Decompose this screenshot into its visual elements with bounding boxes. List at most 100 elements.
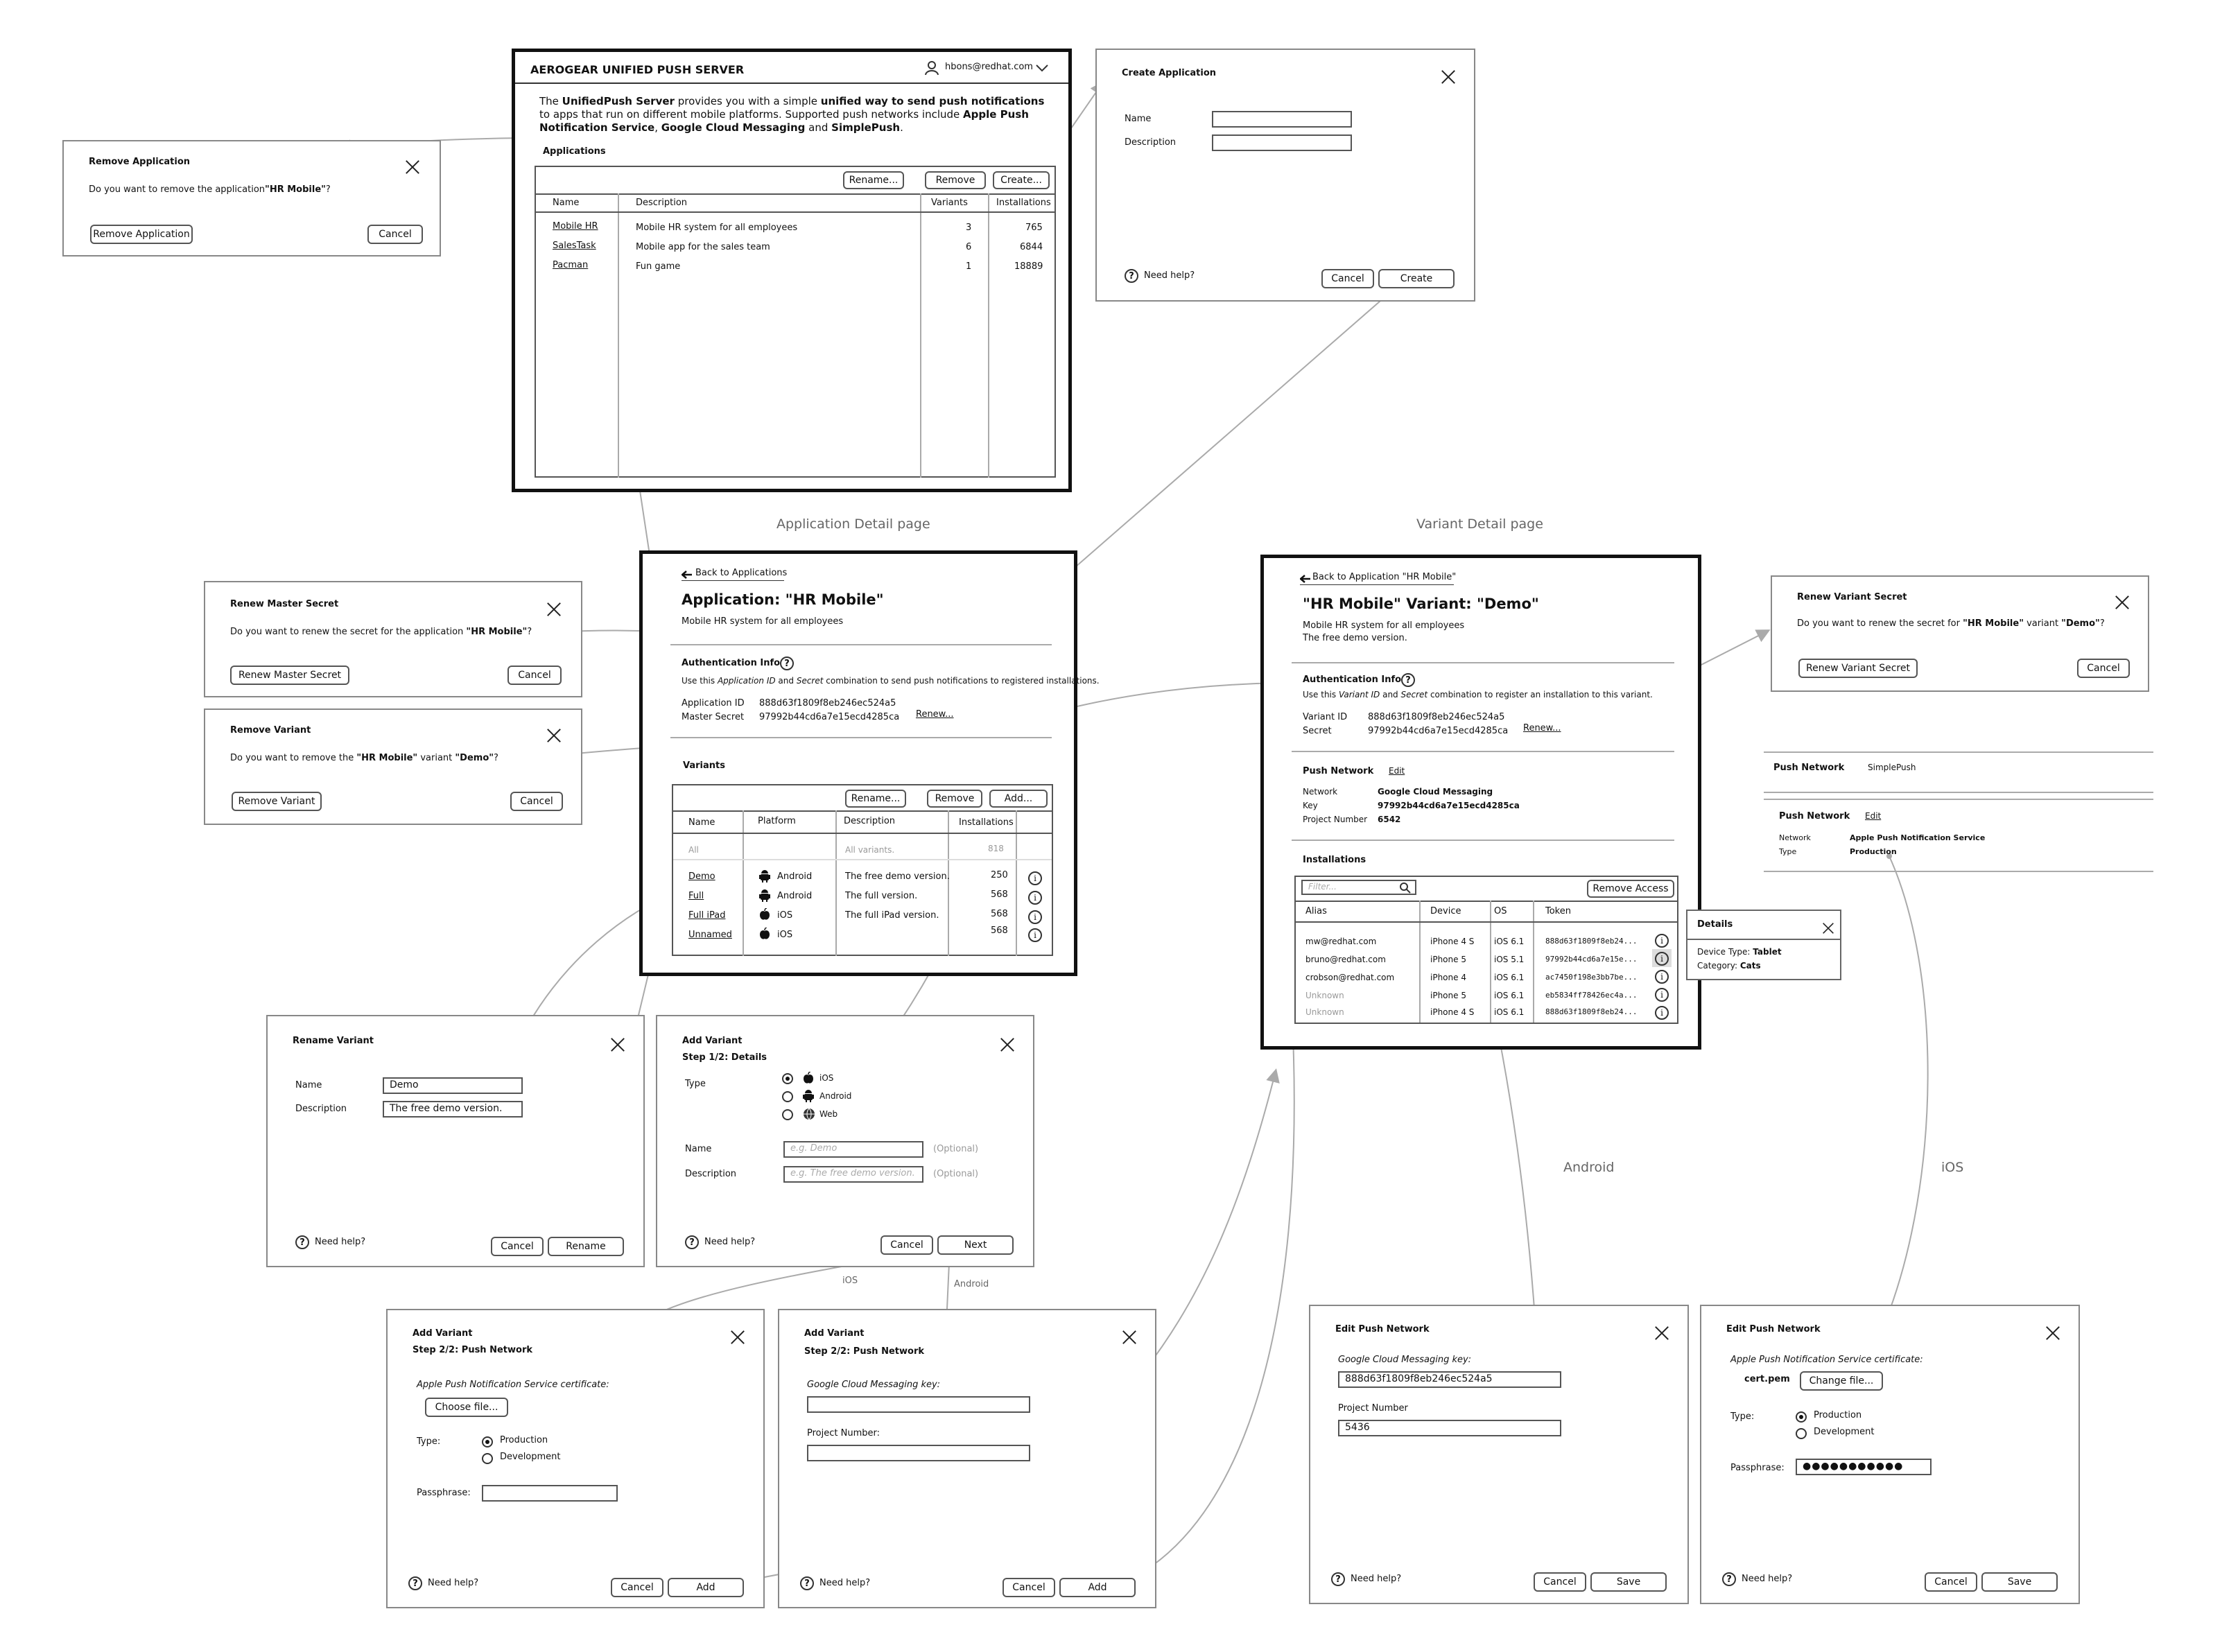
renew-secret-link[interactable]: Renew... xyxy=(1523,723,1561,733)
choose-file-button[interactable]: Choose file... xyxy=(425,1398,508,1417)
passphrase-field[interactable] xyxy=(482,1485,618,1502)
need-help-link[interactable]: Need help? xyxy=(428,1578,478,1588)
back-to-applications-link[interactable]: Back to Applications xyxy=(695,568,787,578)
need-help-link[interactable]: Need help? xyxy=(1144,270,1195,281)
help-icon[interactable]: ? xyxy=(1331,1572,1345,1586)
name-field[interactable] xyxy=(1212,111,1352,128)
description-field[interactable]: e.g. The free demo version. xyxy=(783,1166,923,1183)
passphrase-field[interactable]: ●●●●●●●●●●● xyxy=(1796,1459,1932,1475)
save-button[interactable]: Save xyxy=(1981,1572,2058,1592)
renew-master-secret-link[interactable]: Renew... xyxy=(916,709,954,720)
cancel-button[interactable]: Cancel xyxy=(1925,1572,1977,1592)
create-app-button[interactable]: Create... xyxy=(993,171,1050,189)
help-icon[interactable]: ? xyxy=(1125,269,1138,283)
chevron-down-icon[interactable] xyxy=(1035,63,1049,73)
create-button[interactable]: Create xyxy=(1378,269,1455,288)
project-number-field[interactable] xyxy=(807,1445,1030,1461)
help-icon[interactable]: ? xyxy=(800,1576,814,1590)
info-icon[interactable]: i xyxy=(1028,910,1042,924)
need-help-link[interactable]: Need help? xyxy=(315,1237,365,1247)
cancel-button[interactable]: Cancel xyxy=(1003,1578,1055,1597)
next-button[interactable]: Next xyxy=(937,1235,1014,1255)
close-icon[interactable] xyxy=(546,728,562,743)
description-field[interactable] xyxy=(1212,134,1352,151)
all-variants-row[interactable]: All xyxy=(688,845,699,855)
close-icon[interactable] xyxy=(1822,922,1834,934)
need-help-link[interactable]: Need help? xyxy=(819,1578,870,1588)
need-help-link[interactable]: Need help? xyxy=(1742,1574,1792,1584)
type-android-radio[interactable] xyxy=(782,1091,793,1102)
type-web-radio[interactable] xyxy=(782,1109,793,1120)
info-icon[interactable]: i xyxy=(1028,928,1042,942)
need-help-link[interactable]: Need help? xyxy=(704,1237,755,1247)
name-field[interactable]: e.g. Demo xyxy=(783,1141,923,1158)
rename-app-button[interactable]: Rename... xyxy=(843,171,904,189)
variant-link-full[interactable]: Full xyxy=(688,891,704,901)
gcm-key-field[interactable]: 888d63f1809f8eb246ec524a5 xyxy=(1338,1371,1561,1388)
cancel-button[interactable]: Cancel xyxy=(611,1578,663,1597)
cancel-button[interactable]: Cancel xyxy=(880,1235,933,1255)
remove-application-confirm-button[interactable]: Remove Application xyxy=(90,225,193,244)
app-link-pacman[interactable]: Pacman xyxy=(553,260,588,270)
app-link-mobile-hr[interactable]: Mobile HR xyxy=(553,221,598,232)
description-field[interactable]: The free demo version. xyxy=(383,1101,523,1118)
edit-apns-link[interactable]: Edit xyxy=(1865,811,1881,821)
app-link-salestask[interactable]: SalesTask xyxy=(553,241,596,251)
renew-variant-secret-confirm-button[interactable]: Renew Variant Secret xyxy=(1798,659,1918,678)
help-icon[interactable]: ? xyxy=(408,1576,422,1590)
remove-variant-button[interactable]: Remove xyxy=(927,790,982,808)
cancel-button[interactable]: Cancel xyxy=(2077,659,2130,678)
close-icon[interactable] xyxy=(1000,1037,1015,1052)
project-number-field[interactable]: 5436 xyxy=(1338,1420,1561,1436)
change-file-button[interactable]: Change file... xyxy=(1800,1371,1883,1391)
production-radio[interactable] xyxy=(1796,1411,1807,1423)
info-icon[interactable]: i xyxy=(1655,934,1669,948)
add-button[interactable]: Add xyxy=(1059,1578,1136,1597)
info-icon-active[interactable]: i xyxy=(1655,952,1669,966)
info-icon[interactable]: i xyxy=(1028,891,1042,905)
development-radio[interactable] xyxy=(1796,1428,1807,1439)
close-icon[interactable] xyxy=(1441,69,1456,85)
gcm-key-field[interactable] xyxy=(807,1396,1030,1413)
info-icon[interactable]: i xyxy=(1655,970,1669,984)
remove-variant-confirm-button[interactable]: Remove Variant xyxy=(232,792,322,811)
close-icon[interactable] xyxy=(2045,1325,2060,1341)
info-icon[interactable]: i xyxy=(1655,988,1669,1002)
close-icon[interactable] xyxy=(730,1330,745,1345)
help-icon[interactable]: ? xyxy=(685,1235,699,1249)
rename-variant-button[interactable]: Rename... xyxy=(845,790,906,808)
cancel-button[interactable]: Cancel xyxy=(510,792,563,811)
variant-link-demo[interactable]: Demo xyxy=(688,871,715,882)
add-button[interactable]: Add xyxy=(668,1578,744,1597)
user-menu[interactable]: hbons@redhat.com xyxy=(945,62,1033,72)
help-icon[interactable]: ? xyxy=(295,1235,309,1249)
remove-app-button[interactable]: Remove xyxy=(925,171,986,189)
close-icon[interactable] xyxy=(1654,1325,1669,1341)
info-icon[interactable]: i xyxy=(1655,1006,1669,1020)
close-icon[interactable] xyxy=(1122,1330,1137,1345)
cancel-button[interactable]: Cancel xyxy=(1534,1572,1586,1592)
save-button[interactable]: Save xyxy=(1590,1572,1667,1592)
development-radio[interactable] xyxy=(482,1453,493,1464)
cancel-button[interactable]: Cancel xyxy=(507,666,562,685)
cancel-button[interactable]: Cancel xyxy=(1321,269,1374,288)
close-icon[interactable] xyxy=(405,159,420,175)
add-variant-button[interactable]: Add... xyxy=(989,790,1048,808)
edit-push-network-link[interactable]: Edit xyxy=(1389,766,1405,776)
help-icon[interactable]: ? xyxy=(1401,673,1415,687)
renew-master-secret-confirm-button[interactable]: Renew Master Secret xyxy=(230,666,349,685)
info-icon[interactable]: i xyxy=(1028,871,1042,885)
remove-access-button[interactable]: Remove Access xyxy=(1587,880,1674,898)
back-to-application-link[interactable]: Back to Application "HR Mobile" xyxy=(1312,572,1456,582)
cancel-button[interactable]: Cancel xyxy=(491,1237,544,1256)
production-radio[interactable] xyxy=(482,1436,493,1447)
variant-link-unnamed[interactable]: Unnamed xyxy=(688,930,732,940)
help-icon[interactable]: ? xyxy=(780,657,794,670)
name-field[interactable]: Demo xyxy=(383,1077,523,1094)
close-icon[interactable] xyxy=(2115,595,2130,610)
close-icon[interactable] xyxy=(610,1037,625,1052)
need-help-link[interactable]: Need help? xyxy=(1351,1574,1401,1584)
variant-link-full-ipad[interactable]: Full iPad xyxy=(688,910,725,921)
cancel-button[interactable]: Cancel xyxy=(367,225,423,244)
close-icon[interactable] xyxy=(546,602,562,617)
